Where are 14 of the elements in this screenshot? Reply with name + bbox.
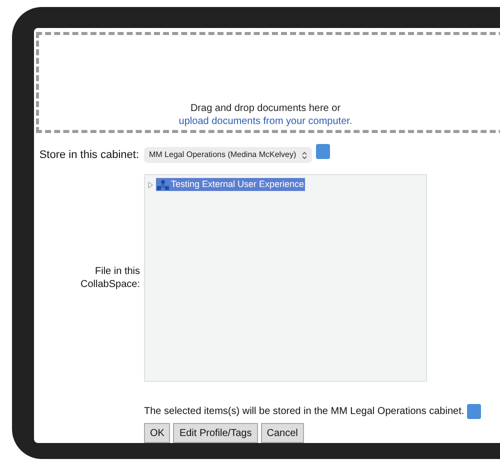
collabspace-label: File in this CollabSpace: bbox=[80, 265, 140, 291]
drop-zone[interactable]: Drag and drop documents here or upload documents from your computer. bbox=[36, 32, 500, 133]
cabinet-select[interactable]: MM Legal Operations (Medina McKelvey) bbox=[144, 147, 312, 163]
drop-instruction: Drag and drop documents here or bbox=[190, 102, 341, 115]
cabinet-label: Store in this cabinet: bbox=[38, 148, 139, 163]
store-message: The selected items(s) will be stored in the MM Legal Operations cabinet. bbox=[144, 405, 464, 419]
dialog-button[interactable]: Cancel bbox=[260, 423, 304, 443]
tree-item[interactable]: Testing External User Experience bbox=[156, 178, 306, 191]
updown-chevron-icon bbox=[302, 152, 308, 158]
upload-link[interactable]: upload documents from your computer. bbox=[178, 115, 352, 128]
dialog-button[interactable]: Edit Profile/Tags bbox=[173, 423, 258, 443]
people-icon bbox=[157, 179, 169, 190]
dialog-button[interactable]: OK bbox=[144, 423, 170, 443]
expand-icon[interactable] bbox=[148, 182, 153, 188]
